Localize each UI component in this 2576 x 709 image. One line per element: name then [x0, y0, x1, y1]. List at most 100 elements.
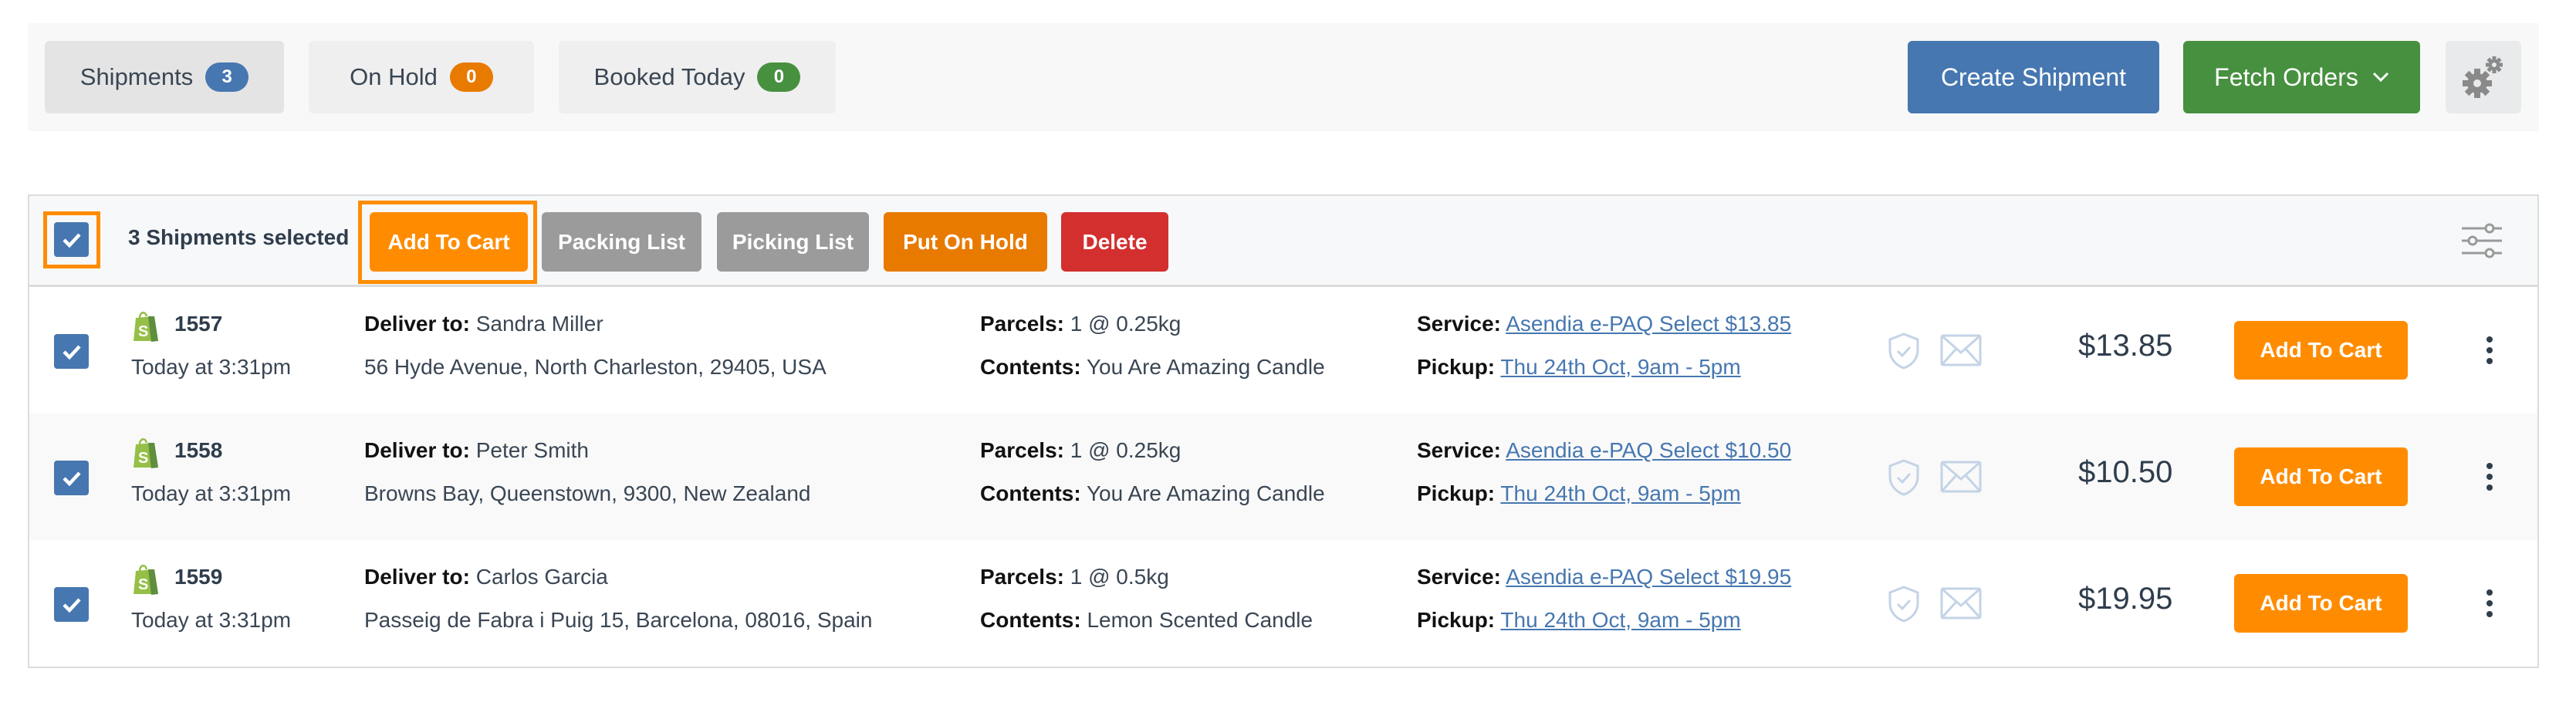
create-shipment-button[interactable]: Create Shipment: [1908, 41, 2159, 113]
envelope-icon[interactable]: [1940, 587, 1982, 620]
parcels: Parcels: 1 @ 0.25kg: [980, 438, 1181, 463]
order-time: Today at 3:31pm: [131, 608, 292, 632]
parcels-label: Parcels:: [980, 565, 1064, 589]
delivery-address: Browns Bay, Queenstown, 9300, New Zealan…: [364, 481, 811, 505]
pickup-link[interactable]: Thu 24th Oct, 9am - 5pm: [1500, 481, 1740, 505]
parcels-value: 1 @ 0.5kg: [1070, 565, 1169, 589]
deliver-to: Deliver to: Sandra Miller: [364, 312, 603, 336]
tab-label: Shipments: [79, 63, 194, 90]
recipient-name: Sandra Miller: [475, 312, 603, 336]
bulk-add-to-cart-button[interactable]: Add To Cart: [370, 212, 528, 272]
service-label: Service:: [1417, 438, 1501, 462]
service-link[interactable]: Asendia e-PAQ Select $13.85: [1506, 312, 1791, 336]
count-badge: 0: [757, 62, 801, 92]
fetch-orders-button[interactable]: Fetch Orders: [2183, 41, 2420, 113]
tab-label: Booked Today: [593, 63, 745, 90]
svg-text:S: S: [138, 450, 148, 467]
row-add-to-cart-button[interactable]: Add To Cart: [2234, 574, 2408, 633]
svg-text:S: S: [138, 323, 148, 340]
service: Service: Asendia e-PAQ Select $19.95: [1417, 565, 1791, 589]
row-checkbox[interactable]: [54, 334, 89, 369]
row-checkbox[interactable]: [54, 587, 89, 622]
contents: Contents: You Are Amazing Candle: [980, 355, 1325, 380]
tab-on-hold[interactable]: On Hold 0: [309, 41, 534, 113]
deliver-to-label: Deliver to:: [364, 438, 470, 462]
order-time: Today at 3:31pm: [131, 481, 292, 505]
selected-count-text: 3 Shipments selected: [128, 225, 350, 249]
more-options-icon[interactable]: [2483, 588, 2496, 619]
pickup: Pickup: Thu 24th Oct, 9am - 5pm: [1417, 481, 1741, 506]
pickup: Pickup: Thu 24th Oct, 9am - 5pm: [1417, 355, 1741, 380]
delivery-address: Passeig de Fabra i Puig 15, Barcelona, 0…: [364, 608, 873, 632]
envelope-icon[interactable]: [1940, 461, 1982, 493]
row-add-to-cart-button[interactable]: Add To Cart: [2234, 447, 2408, 506]
contents-label: Contents:: [980, 481, 1081, 505]
packing-list-button[interactable]: Packing List: [542, 212, 701, 272]
shipments-panel: 3 Shipments selected Add To Cart Packing…: [28, 194, 2539, 668]
service: Service: Asendia e-PAQ Select $10.50: [1417, 438, 1791, 463]
deliver-to: Deliver to: Peter Smith: [364, 438, 589, 463]
more-options-icon[interactable]: [2483, 335, 2496, 366]
shield-check-icon[interactable]: [1887, 585, 1921, 623]
recipient-name: Peter Smith: [475, 438, 589, 462]
tab-booked-today[interactable]: Booked Today 0: [559, 41, 836, 113]
tab-shipments[interactable]: Shipments 3: [45, 41, 284, 113]
parcels-label: Parcels:: [980, 312, 1064, 336]
shopify-icon: S: [134, 312, 158, 342]
envelope-icon[interactable]: [1940, 334, 1982, 366]
shield-check-icon[interactable]: [1887, 458, 1921, 497]
shopify-icon: S: [134, 438, 158, 468]
top-bar: Shipments 3 On Hold 0 Booked Today 0 Cre…: [28, 23, 2539, 131]
checkmark-icon: [62, 232, 81, 248]
pickup-link[interactable]: Thu 24th Oct, 9am - 5pm: [1500, 355, 1740, 379]
shipment-price: $19.95: [2078, 582, 2173, 616]
shield-check-icon[interactable]: [1887, 332, 1921, 370]
svg-text:S: S: [138, 576, 148, 593]
contents: Contents: Lemon Scented Candle: [980, 608, 1313, 633]
pickup: Pickup: Thu 24th Oct, 9am - 5pm: [1417, 608, 1741, 633]
delete-button[interactable]: Delete: [1061, 212, 1168, 272]
deliver-to-label: Deliver to:: [364, 312, 470, 336]
service-label: Service:: [1417, 312, 1501, 336]
row-add-to-cart-button[interactable]: Add To Cart: [2234, 321, 2408, 380]
contents-value: You Are Amazing Candle: [1086, 355, 1325, 379]
deliver-to-label: Deliver to:: [364, 565, 470, 589]
row-checkbox[interactable]: [54, 461, 89, 495]
parcels-value: 1 @ 0.25kg: [1070, 438, 1182, 462]
picking-list-button[interactable]: Picking List: [717, 212, 869, 272]
deliver-to: Deliver to: Carlos Garcia: [364, 565, 608, 589]
recipient-name: Carlos Garcia: [475, 565, 608, 589]
count-badge: 3: [205, 62, 249, 92]
pickup-link[interactable]: Thu 24th Oct, 9am - 5pm: [1500, 608, 1740, 632]
service-label: Service:: [1417, 565, 1501, 589]
order-number[interactable]: 1557: [174, 312, 222, 336]
more-options-icon[interactable]: [2483, 461, 2496, 492]
shipment-row: S 1558 Today at 3:31pm Deliver to: Peter…: [29, 414, 2537, 540]
contents-label: Contents:: [980, 355, 1081, 379]
service: Service: Asendia e-PAQ Select $13.85: [1417, 312, 1791, 336]
shipment-price: $10.50: [2078, 455, 2173, 489]
service-link[interactable]: Asendia e-PAQ Select $19.95: [1506, 565, 1791, 589]
checkmark-icon: [62, 597, 81, 613]
parcels: Parcels: 1 @ 0.5kg: [980, 565, 1169, 589]
column-settings-button[interactable]: [2460, 222, 2503, 259]
settings-button[interactable]: [2446, 41, 2521, 113]
select-all-checkbox[interactable]: [54, 222, 89, 257]
contents-label: Contents:: [980, 608, 1081, 632]
order-number[interactable]: 1559: [174, 565, 222, 589]
pickup-label: Pickup:: [1417, 481, 1496, 505]
chevron-down-icon: [2372, 72, 2388, 83]
create-shipment-label: Create Shipment: [1940, 62, 2127, 91]
contents-value: You Are Amazing Candle: [1086, 481, 1325, 505]
parcels: Parcels: 1 @ 0.25kg: [980, 312, 1181, 336]
service-link[interactable]: Asendia e-PAQ Select $10.50: [1506, 438, 1791, 462]
delivery-address: 56 Hyde Avenue, North Charleston, 29405,…: [364, 355, 827, 379]
parcels-label: Parcels:: [980, 438, 1064, 462]
shipment-price: $13.85: [2078, 329, 2173, 363]
order-number[interactable]: 1558: [174, 438, 222, 463]
checkmark-icon: [62, 471, 81, 486]
sliders-icon: [2462, 223, 2502, 258]
shopify-icon: S: [134, 565, 158, 595]
bulk-actions-toolbar: 3 Shipments selected Add To Cart Packing…: [29, 196, 2537, 287]
put-on-hold-button[interactable]: Put On Hold: [884, 212, 1047, 272]
